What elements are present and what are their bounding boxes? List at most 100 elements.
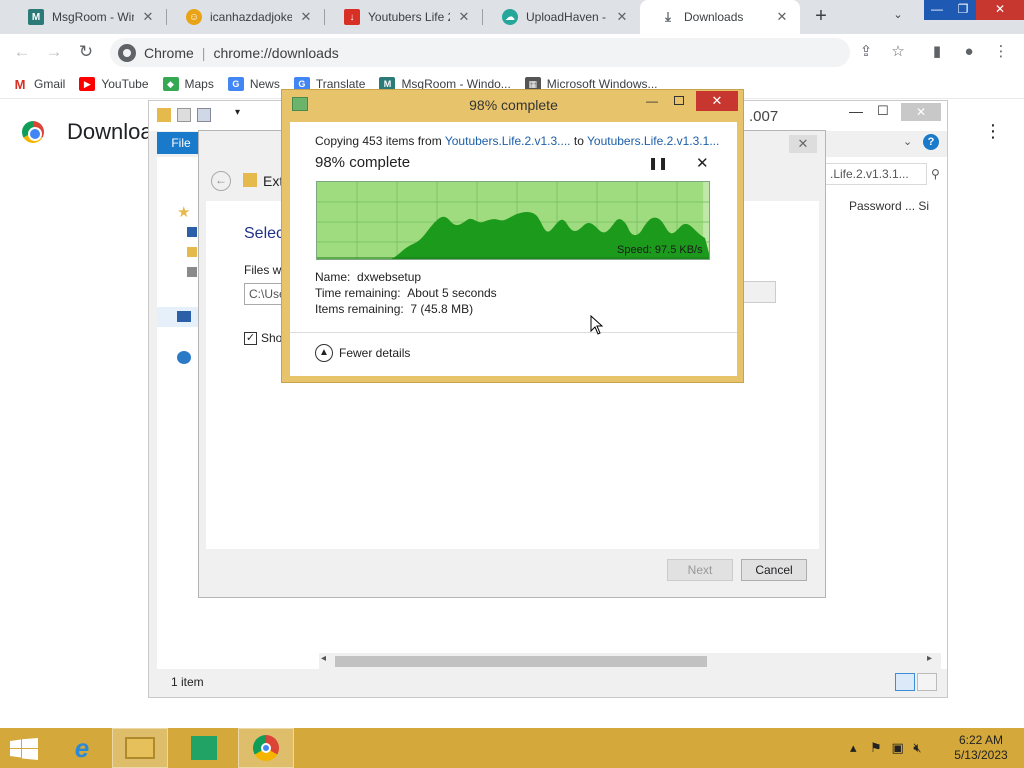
fewer-details-toggle[interactable]: ▲ Fewer details [315,344,410,362]
desktop-icon[interactable] [187,227,197,237]
detail-value: dxwebsetup [357,270,422,284]
close-icon[interactable]: ✕ [298,9,314,25]
network-icon[interactable] [177,351,191,364]
dialog-minimize-button[interactable]: — [646,94,658,108]
progress-percent-text: 98% complete [315,154,411,171]
chevron-up-icon[interactable]: ▲ [315,344,333,362]
chrome-logo-icon [22,121,44,143]
address-bar[interactable]: Chrome | chrome://downloads [110,38,850,67]
next-button[interactable]: Next [667,559,733,581]
cancel-copy-icon[interactable]: ✕ [696,154,709,172]
explorer-maximize-button[interactable]: ☐ [877,103,889,119]
windows-start-icon[interactable] [10,738,38,760]
reload-button[interactable]: ↻ [74,41,98,65]
explorer-minimize-button[interactable]: — [849,103,863,119]
clock-time: 6:22 AM [958,733,1004,747]
bookmark-news[interactable]: G News [227,77,280,91]
taskbar-chrome[interactable] [238,728,294,768]
windows-taskbar: e ▴ ⚑ ▣ 🔇︎ 6:22 AM 5/13/2023 [0,728,1024,768]
copy-summary-prefix: Copying 453 items from [315,134,442,148]
more-options-icon[interactable]: ⋮ [984,121,1002,142]
taskbar-clock[interactable]: 6:22 AM 5/13/2023 [950,733,1012,763]
news-icon: G [227,77,244,91]
volume-muted-icon[interactable]: 🔇︎ [913,740,921,755]
close-icon[interactable]: ✕ [456,9,472,25]
details-view-button[interactable] [895,673,915,691]
transfer-speed-graph: Speed: 97.5 KB/s [316,181,710,260]
dialog-maximize-button [674,96,684,105]
scroll-right-arrow-icon[interactable]: ▸ [927,653,932,664]
taskbar-file-explorer[interactable] [112,728,168,768]
bookmark-maps[interactable]: ◆ Maps [162,77,214,91]
new-folder-icon[interactable] [197,108,211,122]
close-icon[interactable]: ✕ [614,9,630,25]
horizontal-scrollbar[interactable]: ◂ ▸ [319,653,941,669]
search-icon[interactable]: ⚲ [931,167,940,181]
scrollbar-thumb[interactable] [335,656,707,667]
taskbar-store[interactable] [176,728,232,768]
detail-label: Time remaining: [315,286,401,300]
new-tab-button[interactable]: + [810,6,832,28]
network-tray-icon[interactable]: ▣ [891,740,903,755]
restore-button[interactable]: ❐ [950,0,976,20]
close-icon[interactable]: ✕ [774,9,790,25]
action-center-flag-icon[interactable]: ⚑ [870,740,882,755]
tab-search-chevron-icon[interactable]: ⌄ [888,8,908,26]
help-icon[interactable]: ? [923,134,939,150]
tab-downloads[interactable]: ⤓ Downloads ✕ [640,0,800,34]
ribbon-expand-chevron-icon[interactable]: ⌄ [903,135,912,148]
pause-icon[interactable]: ❚❚ [648,156,668,170]
tab-icanhazdadjoke[interactable]: ☺ icanhazdadjoke ✕ [166,0,324,34]
this-pc-item[interactable] [157,307,201,327]
checkbox-checked-icon[interactable]: ✓ [244,331,257,345]
system-tray: ▴ ⚑ ▣ 🔇︎ [850,740,922,756]
source-folder-link[interactable]: Youtubers.Life.2.v1.3.... [445,134,571,148]
explorer-title: .007 [749,108,779,125]
show-hidden-icons-icon[interactable]: ▴ [850,740,857,755]
large-icons-view-button[interactable] [917,673,937,691]
internet-explorer-icon: e [74,732,90,763]
side-panel-icon[interactable]: ▮ [926,41,948,63]
profile-avatar-icon[interactable]: ● [958,41,980,63]
cancel-button[interactable]: Cancel [741,559,807,581]
chrome-menu-icon[interactable]: ⋮ [990,41,1012,63]
tab-msgroom[interactable]: M MsgRoom - Windo ✕ [8,0,166,34]
close-icon[interactable]: ✕ [140,9,156,25]
window-close-button[interactable]: ✕ [976,0,1024,20]
wizard-close-button[interactable]: ✕ [789,135,817,153]
bookmark-label: News [249,77,280,91]
tab-title: Youtubers Life 2 F [368,10,450,24]
properties-icon[interactable] [177,108,191,122]
tab-youtubers-life[interactable]: ↓ Youtubers Life 2 F ✕ [324,0,482,34]
minimize-button[interactable]: — [924,0,950,20]
scroll-left-arrow-icon[interactable]: ◂ [321,653,326,664]
tab-strip: M MsgRoom - Windo ✕ ☺ icanhazdadjoke ✕ ↓… [0,0,1024,34]
chrome-site-icon [118,43,136,62]
explorer-search-box[interactable]: .Life.2.v1.3.1... [825,163,927,185]
dialog-close-button[interactable]: ✕ [696,91,738,111]
favorites-star-icon[interactable]: ★ [177,203,190,221]
copy-summary-to: to [573,134,584,148]
gmail-icon: M [14,76,26,92]
url-text: chrome://downloads [213,44,339,61]
destination-folder-link[interactable]: Youtubers.Life.2.v1.3.1... [587,134,719,148]
wizard-back-button[interactable]: ← [211,171,231,191]
wizard-heading: Selec [244,225,285,242]
explorer-close-button[interactable]: ✕ [901,103,941,121]
bookmark-youtube[interactable]: ▶ YouTube [79,77,149,91]
destination-path-input[interactable]: C:\Use [244,283,286,305]
share-icon[interactable]: ⇪ [855,41,877,63]
quick-access-dropdown-icon[interactable]: ▾ [235,107,240,118]
copy-progress-dialog: 98% complete — ✕ Copying 453 items from … [281,89,744,383]
back-button[interactable]: ← [10,41,34,65]
taskbar-internet-explorer[interactable]: e [54,728,110,768]
homegroup-icon[interactable] [187,267,197,277]
mouse-pointer-icon [590,315,604,335]
forward-button[interactable]: → [42,41,66,65]
bookmark-star-icon[interactable]: ☆ [887,41,909,63]
bookmark-gmail[interactable]: M Gmail [12,76,66,92]
detail-value: About 5 seconds [407,286,497,300]
libraries-icon[interactable] [187,247,197,257]
column-headers[interactable]: Password ... Si [849,199,929,213]
tab-uploadhaven[interactable]: ☁ UploadHaven - Fi ✕ [482,0,640,34]
